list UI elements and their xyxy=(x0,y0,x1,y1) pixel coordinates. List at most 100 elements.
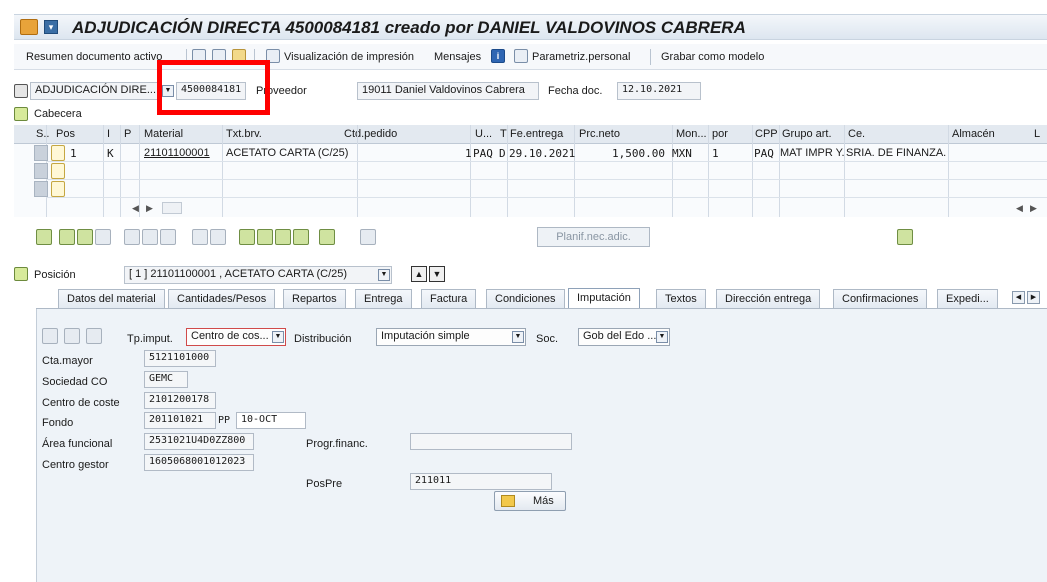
account-icon[interactable] xyxy=(86,328,102,344)
visualizacion-impresion-button[interactable]: Visualización de impresión xyxy=(284,51,414,63)
cell-por[interactable]: 1 xyxy=(712,147,719,160)
table-view-icon[interactable] xyxy=(42,328,58,344)
grid-header-i[interactable]: I xyxy=(107,128,110,140)
sociedad-co-field[interactable]: GEMC xyxy=(144,371,188,388)
menu-icon[interactable]: ▾ xyxy=(44,20,58,34)
grid-header-por[interactable]: por xyxy=(712,128,728,140)
cell-pos[interactable]: 1 xyxy=(70,147,77,160)
mas-button[interactable]: Más xyxy=(494,491,566,511)
tab-expedicion[interactable]: Expedi... xyxy=(937,289,998,309)
insert-row-icon[interactable] xyxy=(77,229,93,245)
mensajes-button[interactable]: Mensajes xyxy=(434,51,481,63)
table-row[interactable] xyxy=(46,180,1047,198)
grid-header-txt[interactable]: Txt.brv. xyxy=(226,128,262,140)
tab-entrega[interactable]: Entrega xyxy=(355,289,412,309)
expand-header-icon[interactable] xyxy=(14,107,28,121)
export-icon[interactable] xyxy=(897,229,913,245)
conditions-icon[interactable] xyxy=(319,229,335,245)
layout-icon[interactable] xyxy=(293,229,309,245)
delete-icon[interactable] xyxy=(124,229,140,245)
document-type-select[interactable]: ADJUDICACIÓN DIRE... xyxy=(30,82,160,100)
chevron-down-icon[interactable]: ▼ xyxy=(512,331,524,343)
distribucion-select[interactable]: Imputación simple xyxy=(376,328,526,346)
cell-qty[interactable]: 1 xyxy=(465,147,472,160)
previous-item-icon[interactable]: ▲ xyxy=(411,266,427,282)
cell-precio[interactable]: 1,500.00 xyxy=(612,147,665,160)
scroll-right-icon[interactable]: ▶ xyxy=(146,203,153,214)
horizontal-scrollbar[interactable] xyxy=(162,202,182,214)
tab-factura[interactable]: Factura xyxy=(421,289,477,309)
grid-header-fecha[interactable]: Fe.entrega xyxy=(510,128,563,140)
filter-icon[interactable] xyxy=(275,229,291,245)
unlock-icon[interactable] xyxy=(160,229,176,245)
copy-row-icon[interactable] xyxy=(59,229,75,245)
fecha-doc-field[interactable]: 12.10.2021 xyxy=(617,82,701,100)
select-all-icon[interactable] xyxy=(95,229,111,245)
proveedor-field[interactable]: 19011 Daniel Valdovinos Cabrera xyxy=(357,82,539,100)
cell-txt[interactable]: ACETATO CARTA (C/25) xyxy=(226,147,348,159)
tab-imputacion[interactable]: Imputación xyxy=(568,288,640,310)
cell-i[interactable]: K xyxy=(107,147,114,160)
grabar-modelo-button[interactable]: Grabar como modelo xyxy=(661,51,764,63)
area-funcional-field[interactable]: 2531021U4D0ZZ800 xyxy=(144,433,254,450)
grid-header-ctd[interactable]: Ctd.pedido xyxy=(344,128,397,140)
resumen-documento-button[interactable]: Resumen documento activo xyxy=(26,51,162,63)
cabecera-label[interactable]: Cabecera xyxy=(34,108,82,120)
pp-field[interactable]: 10-OCT xyxy=(236,412,306,429)
personal-settings-icon[interactable] xyxy=(514,49,528,63)
cta-mayor-field[interactable]: 5121101000 xyxy=(144,350,216,367)
edit-icon[interactable] xyxy=(64,328,80,344)
grid-header-precio[interactable]: Prc.neto xyxy=(579,128,620,140)
paste-icon[interactable] xyxy=(210,229,226,245)
copy-icon[interactable] xyxy=(192,229,208,245)
cell-cpp[interactable]: PAQ xyxy=(754,147,774,160)
collapse-item-detail-icon[interactable] xyxy=(14,267,28,281)
centro-coste-field[interactable]: 2101200178 xyxy=(144,392,216,409)
tab-direccion-entrega[interactable]: Dirección entrega xyxy=(716,289,821,309)
cell-moneda[interactable]: MXN xyxy=(672,147,692,160)
grid-header-centro[interactable]: Ce. xyxy=(848,128,865,140)
grid-header-p[interactable]: P xyxy=(124,128,131,140)
next-item-icon[interactable]: ▼ xyxy=(429,266,445,282)
grid-header-material[interactable]: Material xyxy=(144,128,183,140)
cell-centro[interactable]: SRIA. DE FINANZA... xyxy=(846,147,946,159)
fondo-field[interactable]: 201101021 xyxy=(144,412,216,429)
grid-header-l[interactable]: L xyxy=(1034,128,1040,140)
grid-header-status[interactable]: S.. xyxy=(36,128,49,140)
lock-icon[interactable] xyxy=(142,229,158,245)
tp-imput-select[interactable]: Centro de cos... xyxy=(186,328,286,346)
details-icon[interactable] xyxy=(36,229,52,245)
sort-ascending-icon[interactable] xyxy=(239,229,255,245)
cell-t[interactable]: D xyxy=(499,147,506,160)
chevron-down-icon[interactable]: ▼ xyxy=(272,331,284,343)
tab-cantidades-pesos[interactable]: Cantidades/Pesos xyxy=(168,289,276,309)
info-icon[interactable]: i xyxy=(491,49,505,63)
grid-header-grupo[interactable]: Grupo art. xyxy=(782,128,832,140)
cell-material[interactable]: 21101100001 xyxy=(144,147,210,159)
progr-financ-field[interactable] xyxy=(410,433,572,450)
chevron-down-icon[interactable]: ▼ xyxy=(378,269,390,281)
tab-textos[interactable]: Textos xyxy=(656,289,706,309)
grid-header-pos[interactable]: Pos xyxy=(56,128,75,140)
tab-scroll-left-icon[interactable]: ◀ xyxy=(1012,291,1025,304)
sort-descending-icon[interactable] xyxy=(257,229,273,245)
tab-condiciones[interactable]: Condiciones xyxy=(486,289,565,309)
cell-unit[interactable]: PAQ xyxy=(473,147,493,160)
grid-header-almacen[interactable]: Almacén xyxy=(952,128,995,140)
pospre-field[interactable]: 211011 xyxy=(410,473,552,490)
scroll-right-icon[interactable]: ▶ xyxy=(1030,203,1037,214)
table-row[interactable] xyxy=(46,162,1047,180)
cell-grupo[interactable]: MAT IMPR Y... xyxy=(780,147,844,159)
tab-confirmaciones[interactable]: Confirmaciones xyxy=(833,289,928,309)
scroll-left-icon[interactable]: ◀ xyxy=(1016,203,1023,214)
grid-header-moneda[interactable]: Mon... xyxy=(676,128,707,140)
planif-nec-adic-button[interactable]: Planif.nec.adic. xyxy=(537,227,650,247)
tab-repartos[interactable]: Repartos xyxy=(283,289,346,309)
document-icon[interactable] xyxy=(360,229,376,245)
grid-header-cpp[interactable]: CPP xyxy=(755,128,778,140)
cell-fecha[interactable]: 29.10.2021 xyxy=(509,147,575,160)
posicion-select[interactable]: [ 1 ] 21101100001 , ACETATO CARTA (C/25) xyxy=(124,266,392,284)
centro-gestor-field[interactable]: 1605068001012023 xyxy=(144,454,254,471)
grid-header-unit[interactable]: U... xyxy=(475,128,492,140)
scroll-left-icon[interactable]: ◀ xyxy=(132,203,139,214)
